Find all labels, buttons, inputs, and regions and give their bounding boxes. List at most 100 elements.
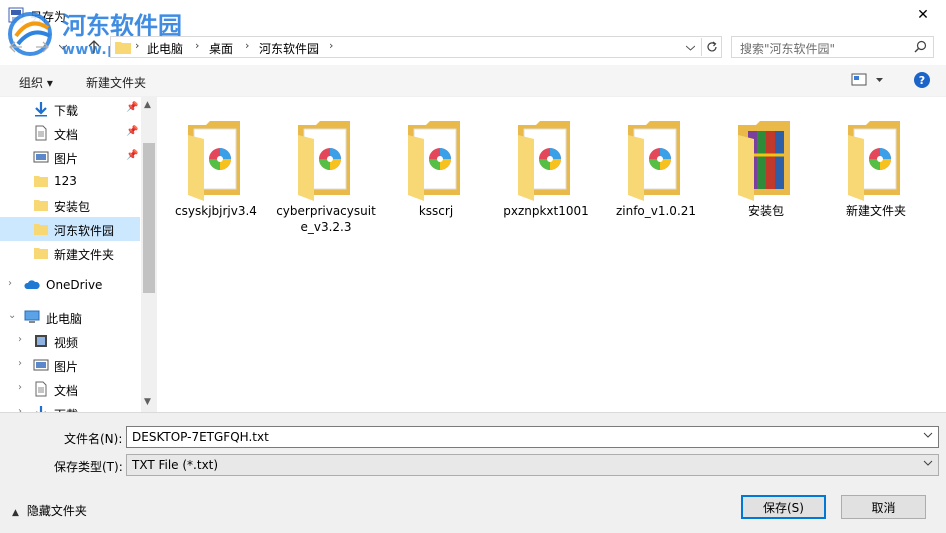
file-name: pxznpkxt1001 bbox=[503, 204, 589, 218]
chevron-right-icon[interactable]: › bbox=[18, 382, 22, 393]
sidebar-item-install-packages[interactable]: 安装包 bbox=[0, 193, 140, 217]
breadcrumb-separator[interactable]: › bbox=[245, 39, 249, 52]
chevron-right-icon[interactable]: › bbox=[18, 358, 22, 369]
list-item[interactable]: cyberprivacysuite_v3.2.3 bbox=[274, 111, 378, 241]
save-options-panel: 文件名(N): DESKTOP-7ETGFQH.txt 保存类型(T): TXT… bbox=[0, 412, 946, 533]
sidebar-item-pictures-pc[interactable]: › 图片 bbox=[0, 353, 140, 377]
sidebar-item-this-pc[interactable]: ⌄ 此电脑 bbox=[0, 305, 140, 329]
sidebar-item-123[interactable]: 123 bbox=[0, 169, 140, 193]
folder-app-icon bbox=[188, 121, 240, 201]
back-button[interactable] bbox=[6, 37, 26, 57]
folder-app-icon bbox=[518, 121, 570, 201]
sidebar-item-label: 文档 bbox=[54, 128, 79, 142]
sidebar-item-label: 河东软件园 bbox=[54, 224, 115, 238]
chevron-right-icon[interactable]: › bbox=[8, 278, 12, 289]
new-folder-button[interactable]: 新建文件夹 bbox=[86, 74, 146, 91]
arrow-up-icon bbox=[88, 40, 100, 53]
scroll-down-icon[interactable]: ▼ bbox=[144, 397, 151, 407]
chevron-down-icon[interactable] bbox=[923, 431, 933, 439]
address-history-dropdown[interactable] bbox=[681, 40, 699, 56]
folder-icon bbox=[34, 176, 48, 187]
file-type-value: TXT File (*.txt) bbox=[132, 458, 219, 472]
breadcrumb-this-pc[interactable]: 此电脑 bbox=[147, 40, 183, 57]
file-name: csyskjbjrjv3.4 bbox=[175, 204, 257, 218]
sidebar-item-label: 123 bbox=[54, 174, 77, 188]
sidebar-item-label: 此电脑 bbox=[46, 312, 83, 326]
file-type-label: 保存类型(T): bbox=[54, 460, 123, 474]
sidebar-item-downloads[interactable]: 下载 📌 bbox=[0, 97, 140, 121]
chevron-down-icon[interactable]: ⌄ bbox=[8, 310, 16, 321]
file-type-select[interactable]: TXT File (*.txt) bbox=[126, 454, 939, 476]
sidebar-item-downloads-pc[interactable]: › 下载 bbox=[0, 401, 140, 412]
sidebar-item-label: 新建文件夹 bbox=[54, 248, 115, 262]
breadcrumb-desktop[interactable]: 桌面 bbox=[209, 40, 233, 57]
sidebar-item-documents[interactable]: 文档 📌 bbox=[0, 121, 140, 145]
help-button[interactable]: ? bbox=[914, 72, 930, 88]
chevron-down-icon bbox=[685, 45, 695, 51]
refresh-icon bbox=[706, 41, 717, 52]
computer-icon bbox=[24, 310, 40, 323]
forward-button[interactable] bbox=[32, 37, 52, 57]
organize-menu[interactable]: 组织 ▾ bbox=[19, 74, 53, 91]
pictures-icon bbox=[33, 151, 49, 163]
cloud-icon bbox=[24, 280, 40, 289]
pin-icon[interactable]: 📌 bbox=[126, 102, 138, 113]
sidebar-item-hedong[interactable]: 河东软件园 bbox=[0, 217, 140, 241]
file-name: cyberprivacysuite_v3.2.3 bbox=[276, 204, 376, 234]
filename-input[interactable]: DESKTOP-7ETGFQH.txt bbox=[126, 426, 939, 448]
navigation-pane: 下载 📌 文档 📌 图片 📌 123 安装包 河东软件园 新建文件夹 › One… bbox=[0, 97, 157, 412]
close-button[interactable]: ✕ bbox=[900, 0, 946, 30]
sidebar-item-pictures[interactable]: 图片 📌 bbox=[0, 145, 140, 169]
cancel-button[interactable]: 取消 bbox=[841, 495, 926, 519]
sidebar-item-label: 图片 bbox=[54, 360, 79, 374]
file-name: 新建文件夹 bbox=[845, 204, 906, 218]
folder-icon bbox=[34, 224, 48, 235]
search-input[interactable]: 搜索"河东软件园" bbox=[731, 36, 934, 58]
address-bar[interactable]: › 此电脑 › 桌面 › 河东软件园 › bbox=[110, 36, 722, 58]
folder-icon bbox=[34, 200, 48, 211]
breadcrumb-separator[interactable]: › bbox=[195, 39, 199, 52]
scrollbar-thumb[interactable] bbox=[143, 143, 155, 293]
sidebar-item-label: 下载 bbox=[54, 104, 79, 118]
sidebar-item-new-folder[interactable]: 新建文件夹 bbox=[0, 241, 140, 265]
pin-icon[interactable]: 📌 bbox=[126, 150, 138, 161]
file-name: 安装包 bbox=[747, 204, 784, 218]
list-item[interactable]: ksscrj bbox=[384, 111, 488, 241]
sidebar-item-videos[interactable]: › 视频 bbox=[0, 329, 140, 353]
list-item[interactable]: pxznpkxt1001 bbox=[494, 111, 598, 241]
file-name: zinfo_v1.0.21 bbox=[615, 204, 697, 218]
sidebar-item-label: OneDrive bbox=[46, 278, 103, 292]
command-toolbar: 组织 ▾ 新建文件夹 ? bbox=[0, 65, 946, 97]
change-view-button[interactable] bbox=[851, 73, 883, 90]
pictures-icon bbox=[33, 359, 49, 371]
app-icon bbox=[8, 7, 24, 23]
view-options-icon bbox=[851, 73, 883, 86]
hide-folders-toggle[interactable]: ▲ 隐藏文件夹 bbox=[12, 502, 87, 519]
chevron-right-icon[interactable]: › bbox=[18, 334, 22, 345]
scroll-up-icon[interactable]: ▲ bbox=[144, 100, 151, 110]
breadcrumb-separator[interactable]: › bbox=[329, 39, 333, 52]
list-item[interactable]: 新建文件夹 bbox=[824, 111, 928, 241]
recent-locations-button[interactable] bbox=[56, 37, 70, 57]
file-list: csyskjbjrjv3.4 cyberprivacysuite_v3.2.3 … bbox=[158, 97, 946, 412]
sidebar-scrollbar[interactable]: ▲ ▼ bbox=[141, 97, 157, 412]
document-icon bbox=[35, 125, 47, 141]
save-button[interactable]: 保存(S) bbox=[741, 495, 826, 519]
list-item[interactable]: 安装包 bbox=[714, 111, 818, 241]
window-title: 另存为 bbox=[30, 10, 67, 24]
hide-folders-label: 隐藏文件夹 bbox=[26, 504, 87, 518]
refresh-button[interactable] bbox=[701, 38, 721, 56]
sidebar-item-onedrive[interactable]: › OneDrive bbox=[0, 273, 140, 297]
sidebar-item-documents-pc[interactable]: › 文档 bbox=[0, 377, 140, 401]
list-item[interactable]: csyskjbjrjv3.4 bbox=[164, 111, 268, 241]
pin-icon[interactable]: 📌 bbox=[126, 126, 138, 137]
chevron-up-icon: ▲ bbox=[12, 508, 19, 518]
up-button[interactable] bbox=[84, 37, 104, 57]
filename-label: 文件名(N): bbox=[64, 432, 123, 446]
breadcrumb-separator[interactable]: › bbox=[135, 39, 139, 52]
list-item[interactable]: zinfo_v1.0.21 bbox=[604, 111, 708, 241]
folder-icon bbox=[34, 248, 48, 259]
search-placeholder: 搜索"河东软件园" bbox=[740, 42, 836, 56]
folder-app-icon bbox=[408, 121, 460, 201]
breadcrumb-current-folder[interactable]: 河东软件园 bbox=[259, 40, 319, 57]
